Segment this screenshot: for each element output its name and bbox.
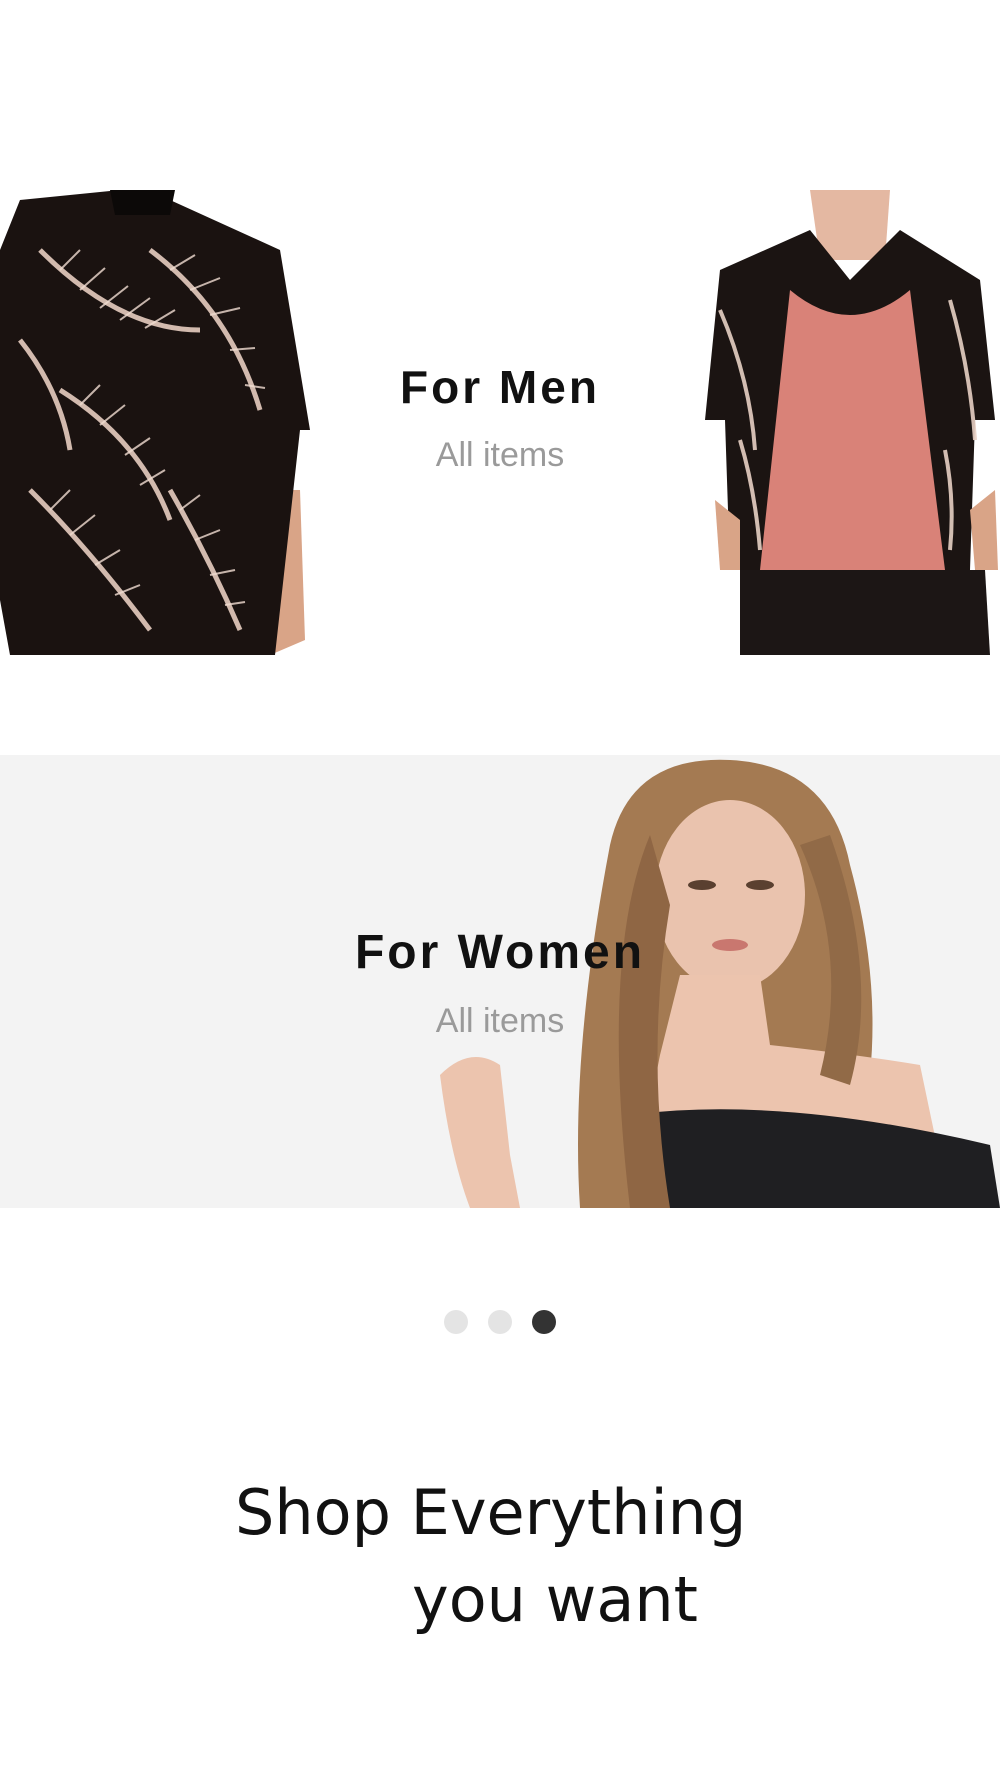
page-indicator [0,1310,1000,1334]
category-card-women[interactable]: For Women All items [0,755,1000,1208]
category-subtitle[interactable]: All items [0,1002,1000,1041]
category-card-men[interactable]: For Men All items [0,190,1000,655]
category-title: For Women [354,926,646,979]
page-dot-1[interactable] [444,1310,468,1334]
category-subtitle[interactable]: All items [0,436,1000,475]
page-dot-3-active[interactable] [532,1310,556,1334]
tagline: Shop Everything you want [0,1470,1000,1644]
page-dot-2[interactable] [488,1310,512,1334]
category-title: For Men [400,361,600,413]
tagline-line-2: you want [412,1562,698,1636]
onboarding-screen: For Men All items For Women All items Sh… [0,0,1000,1778]
tagline-line-1: Shop Everything [235,1476,747,1549]
men-card-text: For Men All items [0,360,1000,475]
women-card-text: For Women All items [0,925,1000,1041]
